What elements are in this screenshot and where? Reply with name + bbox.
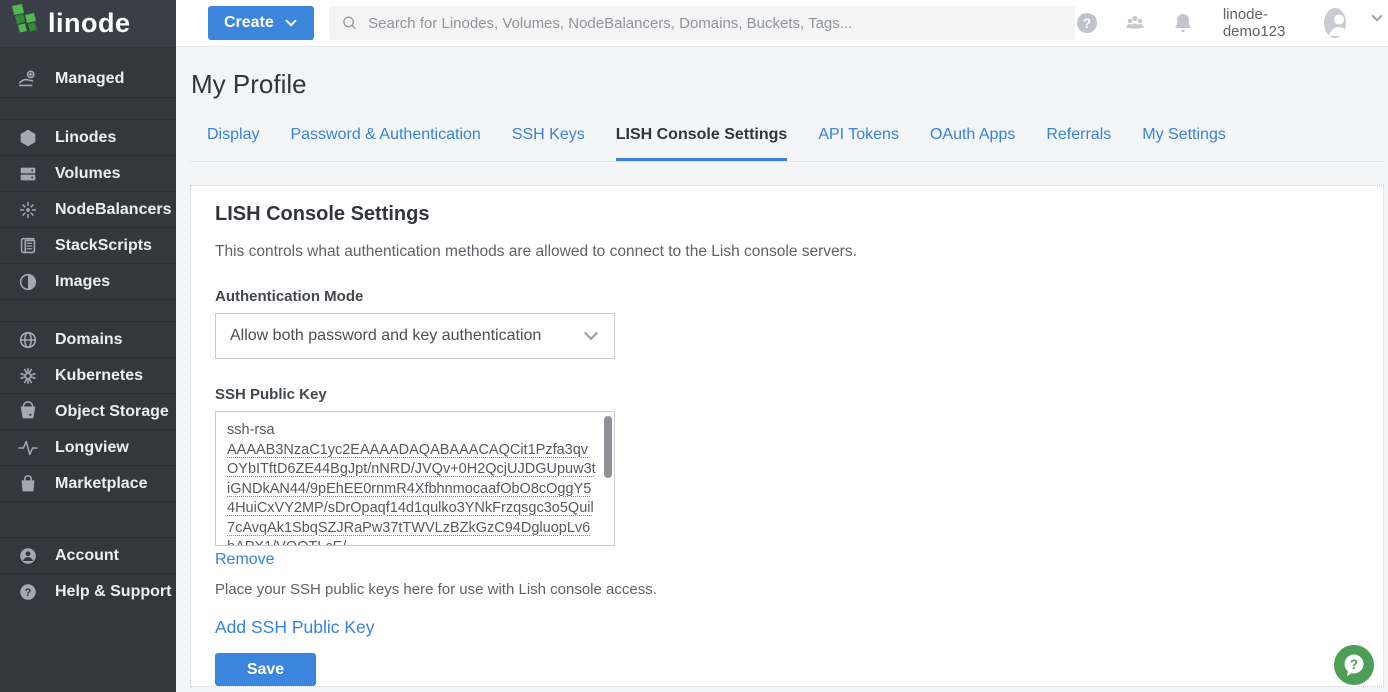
sidebar-divider <box>0 97 176 119</box>
help-icon[interactable]: ? <box>1075 11 1099 35</box>
stackscripts-icon <box>17 235 39 257</box>
sidebar-item-help-support[interactable]: ? Help & Support <box>0 573 176 609</box>
avatar[interactable] <box>1324 8 1346 38</box>
ssh-key-prefix: ssh-rsa <box>227 422 275 438</box>
sidebar-item-images[interactable]: Images <box>0 263 176 299</box>
tab-api-tokens[interactable]: API Tokens <box>818 126 899 161</box>
sidebar-item-managed[interactable]: Managed <box>0 61 176 97</box>
page-title: My Profile <box>176 47 1388 100</box>
section-heading: LISH Console Settings <box>215 203 1359 226</box>
profile-tabs: Display Password & Authentication SSH Ke… <box>190 126 1384 162</box>
managed-icon <box>17 68 39 90</box>
linode-logo[interactable]: linode <box>0 0 176 47</box>
help-support-icon: ? <box>17 581 39 603</box>
marketplace-icon <box>17 473 39 495</box>
create-button-label: Create <box>224 14 274 32</box>
community-icon[interactable] <box>1123 11 1147 35</box>
sidebar-item-label: Managed <box>55 70 124 88</box>
topbar: Create ? linode-demo123 <box>176 0 1388 47</box>
sidebar-item-label: Kubernetes <box>55 367 143 385</box>
chat-question-icon: ? <box>1341 652 1367 678</box>
sidebar-item-label: Object Storage <box>55 403 169 421</box>
sidebar: linode Managed Linodes Volumes NodeBa <box>0 0 176 692</box>
lish-settings-card: LISH Console Settings This controls what… <box>190 185 1384 687</box>
search-icon <box>341 14 358 32</box>
linode-logo-icon <box>10 4 40 43</box>
sidebar-item-nodebalancers[interactable]: NodeBalancers <box>0 191 176 227</box>
textarea-scrollbar[interactable] <box>603 414 612 545</box>
ssh-key-value: AAAAB3NzaC1yc2EAAAADAQABAAACAQCit1Pzfa3q… <box>227 442 596 547</box>
save-button[interactable]: Save <box>215 653 316 686</box>
sidebar-nav: Managed Linodes Volumes NodeBalancers S <box>0 61 176 609</box>
kubernetes-icon <box>17 365 39 387</box>
sidebar-item-label: Longview <box>55 439 129 457</box>
sidebar-item-object-storage[interactable]: Object Storage <box>0 393 176 429</box>
ssh-public-key-textarea[interactable]: ssh-rsa AAAAB3NzaC1yc2EAAAADAQABAAACAQCi… <box>215 411 615 546</box>
volumes-icon <box>17 163 39 185</box>
remove-key-link[interactable]: Remove <box>215 551 275 569</box>
main-content: My Profile Display Password & Authentica… <box>176 47 1388 692</box>
chevron-down-icon <box>284 16 298 30</box>
svg-text:?: ? <box>25 586 32 598</box>
sidebar-item-label: Images <box>55 273 110 291</box>
svg-text:?: ? <box>1083 16 1091 31</box>
sidebar-item-label: Volumes <box>55 165 121 183</box>
tab-password-authentication[interactable]: Password & Authentication <box>290 126 480 161</box>
notifications-bell-icon[interactable] <box>1171 11 1195 35</box>
sidebar-item-label: Domains <box>55 331 123 349</box>
ssh-public-key-label: SSH Public Key <box>215 386 1359 403</box>
tab-display[interactable]: Display <box>207 126 259 161</box>
ssh-key-help-text: Place your SSH public keys here for use … <box>215 581 1359 598</box>
auth-mode-label: Authentication Mode <box>215 288 1359 305</box>
sidebar-item-linodes[interactable]: Linodes <box>0 119 176 155</box>
sidebar-item-longview[interactable]: Longview <box>0 429 176 465</box>
sidebar-item-volumes[interactable]: Volumes <box>0 155 176 191</box>
sidebar-item-label: Account <box>55 547 119 565</box>
images-icon <box>17 271 39 293</box>
search-input[interactable] <box>368 15 1063 32</box>
sidebar-item-label: Linodes <box>55 129 116 147</box>
domains-icon <box>17 329 39 351</box>
sidebar-item-label: StackScripts <box>55 237 152 255</box>
scrollbar-thumb[interactable] <box>604 416 612 478</box>
svg-text:?: ? <box>1350 657 1358 672</box>
linodes-icon <box>17 127 39 149</box>
sidebar-divider <box>0 501 176 537</box>
linode-logo-text: linode <box>48 8 131 39</box>
sidebar-item-label: Help & Support <box>55 583 171 601</box>
tab-my-settings[interactable]: My Settings <box>1142 126 1226 161</box>
section-description: This controls what authentication method… <box>215 243 1359 261</box>
sidebar-item-label: NodeBalancers <box>55 201 172 219</box>
account-menu-chevron-icon[interactable] <box>1370 11 1387 35</box>
auth-mode-selected-value: Allow both password and key authenticati… <box>230 327 541 345</box>
longview-icon <box>17 437 39 459</box>
global-search[interactable] <box>329 6 1075 40</box>
chevron-down-icon <box>582 327 600 345</box>
auth-mode-select[interactable]: Allow both password and key authenticati… <box>215 313 615 359</box>
object-storage-icon <box>17 401 39 423</box>
create-button[interactable]: Create <box>208 6 314 40</box>
add-ssh-key-link[interactable]: Add SSH Public Key <box>215 617 375 638</box>
tab-oauth-apps[interactable]: OAuth Apps <box>930 126 1015 161</box>
tab-referrals[interactable]: Referrals <box>1046 126 1111 161</box>
nodebalancers-icon <box>17 199 39 221</box>
tab-lish-console-settings[interactable]: LISH Console Settings <box>616 126 788 161</box>
tab-ssh-keys[interactable]: SSH Keys <box>512 126 585 161</box>
account-icon <box>17 545 39 567</box>
username-label[interactable]: linode-demo123 <box>1223 6 1301 40</box>
sidebar-item-stackscripts[interactable]: StackScripts <box>0 227 176 263</box>
sidebar-item-account[interactable]: Account <box>0 537 176 573</box>
sidebar-item-domains[interactable]: Domains <box>0 321 176 357</box>
support-chat-button[interactable]: ? <box>1332 643 1376 687</box>
sidebar-divider <box>0 299 176 321</box>
sidebar-item-kubernetes[interactable]: Kubernetes <box>0 357 176 393</box>
sidebar-item-label: Marketplace <box>55 475 148 493</box>
sidebar-item-marketplace[interactable]: Marketplace <box>0 465 176 501</box>
